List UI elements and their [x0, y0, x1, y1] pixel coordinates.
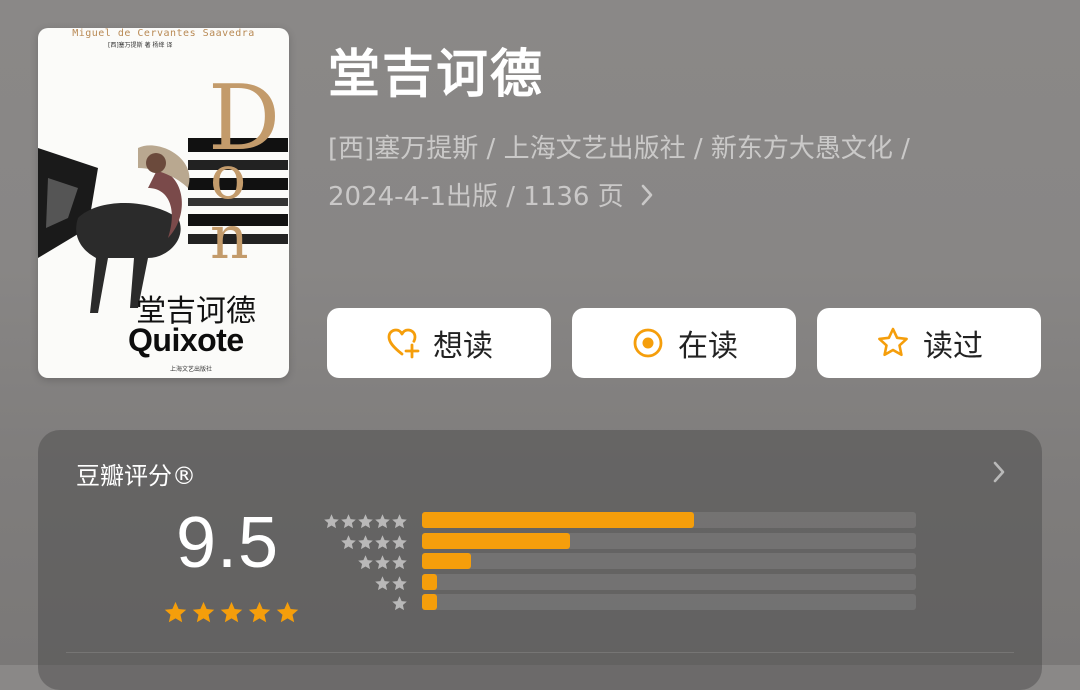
- cover-credit: [西]塞万提斯 著 杨绛 译: [108, 42, 173, 49]
- rating-row-stars: [357, 554, 408, 571]
- star-icon: [220, 601, 243, 623]
- star-icon: [164, 601, 187, 623]
- small-star-icon: [358, 514, 373, 529]
- small-star-icon: [392, 575, 407, 590]
- rating-row-stars: [323, 513, 408, 530]
- radio-dot-icon: [630, 325, 666, 361]
- cover-letter-o: o: [210, 143, 247, 213]
- small-star-icon: [375, 514, 390, 529]
- divider: [66, 652, 1014, 653]
- small-star-icon: [324, 514, 339, 529]
- rating-heading: 豆瓣评分®: [76, 462, 196, 490]
- book-cover[interactable]: Miguel de Cervantes Saavedra [西]塞万提斯 著 杨…: [38, 28, 289, 378]
- have-read-label: 读过: [923, 329, 983, 364]
- cover-publisher-mark: 上海文艺出版社: [170, 366, 213, 373]
- cover-author-en: Miguel de Cervantes Saavedra: [72, 28, 255, 39]
- reading-button[interactable]: 在读: [572, 308, 796, 378]
- small-star-icon: [358, 555, 373, 570]
- rating-bar-track: [422, 512, 916, 528]
- action-buttons: 想读 在读 读过: [327, 308, 1041, 378]
- book-title: 堂吉诃德: [328, 45, 545, 105]
- rating-row-stars: [374, 575, 408, 592]
- rating-row-4-star: [320, 532, 920, 551]
- small-star-icon: [375, 555, 390, 570]
- rating-bar-fill: [422, 573, 437, 590]
- have-read-button[interactable]: 读过: [817, 308, 1041, 378]
- small-star-icon: [375, 575, 390, 590]
- want-to-read-label: 想读: [433, 329, 493, 364]
- rating-bar-fill: [422, 594, 437, 610]
- small-star-icon: [392, 596, 407, 611]
- rating-bar-fill: [422, 532, 571, 549]
- heart-plus-icon: [385, 325, 421, 361]
- rating-score: 9.5: [176, 503, 280, 583]
- rating-stars: [163, 600, 300, 625]
- small-star-icon: [341, 534, 356, 549]
- small-star-icon: [341, 514, 356, 529]
- star-outline-icon: [875, 325, 911, 361]
- rating-bar-track: [422, 573, 916, 590]
- rating-row-1-star: [320, 594, 920, 612]
- chevron-right-icon: [640, 183, 654, 214]
- star-icon: [192, 601, 215, 623]
- small-star-icon: [392, 555, 407, 570]
- small-star-icon: [375, 534, 390, 549]
- reading-label: 在读: [678, 329, 738, 364]
- rating-card[interactable]: 豆瓣评分® 9.5: [38, 430, 1042, 690]
- star-icon: [276, 601, 299, 623]
- rating-bar-fill: [422, 512, 694, 528]
- rating-row-3-star: [320, 553, 920, 571]
- cover-letter-n: n: [210, 203, 249, 273]
- rating-bar-fill: [422, 553, 472, 569]
- chevron-right-icon: [992, 460, 1006, 488]
- small-star-icon: [392, 514, 407, 529]
- book-meta-line2-text: 2024-4-1出版 / 1136 页: [328, 182, 624, 212]
- rating-bar-track: [422, 553, 916, 569]
- cover-title-en: Quixote: [128, 322, 244, 358]
- rating-row-stars: [340, 534, 408, 551]
- small-star-icon: [358, 534, 373, 549]
- book-meta-line1[interactable]: [西]塞万提斯 / 上海文艺出版社 / 新东方大愚文化 /: [328, 128, 968, 165]
- rating-row-stars: [391, 595, 408, 612]
- book-meta-line2[interactable]: 2024-4-1出版 / 1136 页: [328, 176, 968, 214]
- rating-row-5-star: [320, 512, 920, 530]
- rating-row-2-star: [320, 573, 920, 592]
- rating-bar-track: [422, 532, 916, 549]
- small-star-icon: [392, 534, 407, 549]
- star-icon: [248, 601, 271, 623]
- want-to-read-button[interactable]: 想读: [327, 308, 551, 378]
- rating-bar-track: [422, 594, 916, 610]
